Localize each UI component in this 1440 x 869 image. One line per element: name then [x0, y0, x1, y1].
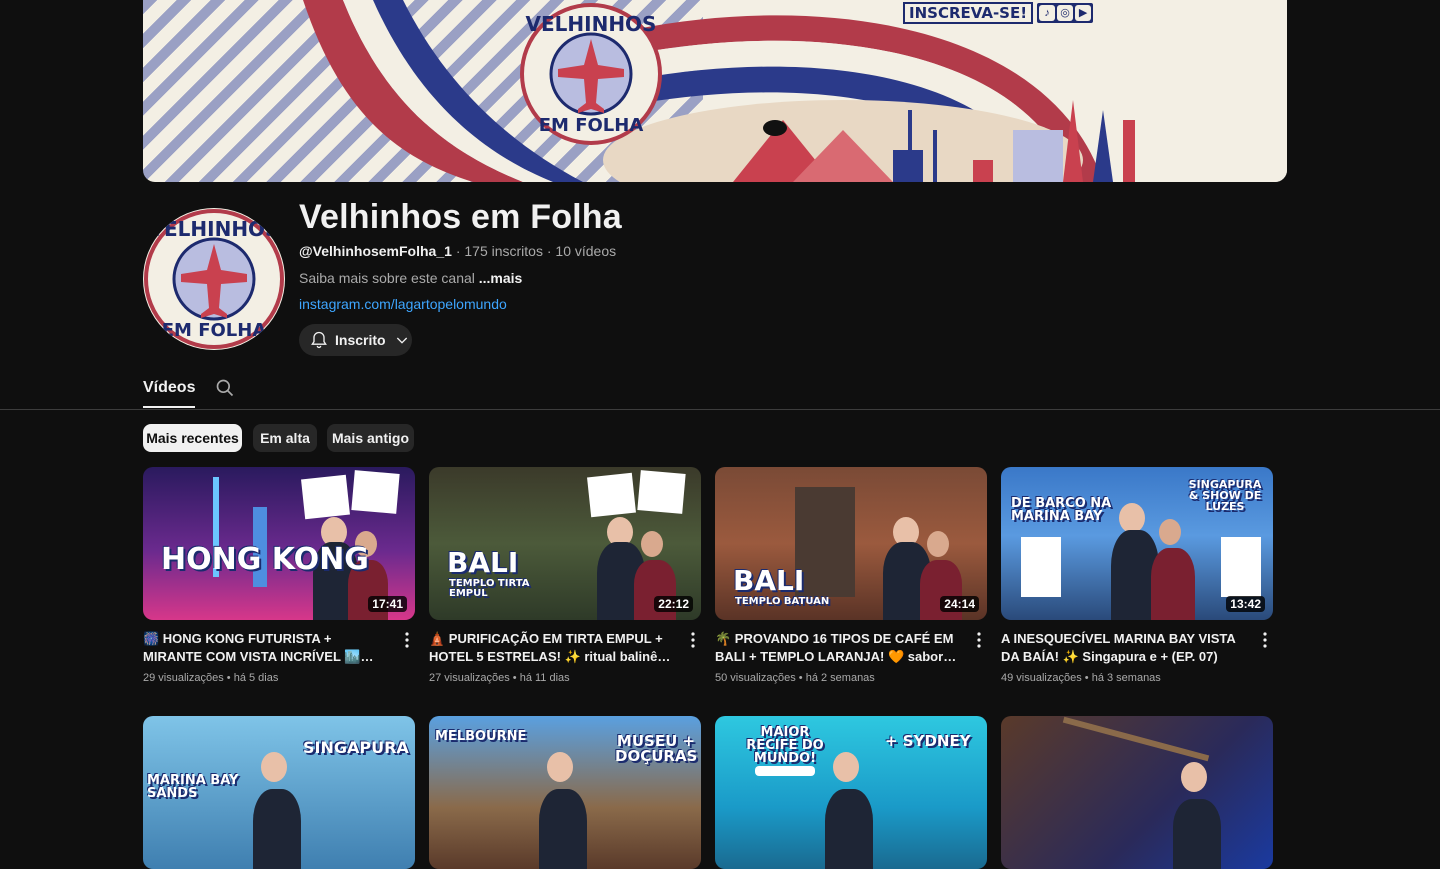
video-duration: 17:41: [368, 596, 407, 612]
video-card[interactable]: BALI TEMPLO BATUAN 24:14 🌴 PROVANDO 16 T…: [715, 467, 987, 684]
subscribed-button[interactable]: Inscrito: [299, 324, 412, 356]
youtube-icon: ▶: [1075, 5, 1092, 21]
channel-logo: VELHINHOS EM FOLHA: [144, 209, 284, 349]
thumbnail-text: HONG KONG: [161, 542, 369, 577]
thumbnail-text: DE BARCO NA MARINA BAY: [1011, 496, 1112, 524]
video-duration: 13:42: [1226, 596, 1265, 612]
subscribed-label: Inscrito: [335, 332, 386, 348]
upload-age: há 2 semanas: [805, 672, 875, 684]
channel-banner: VELHINHOS EM FOLHA INSCREVA-SE! ♪ ◎ ▶: [143, 0, 1287, 182]
channel-tabs: Vídeos: [0, 369, 1440, 410]
channel-external-link[interactable]: instagram.com/lagartopelomundo: [299, 296, 507, 312]
video-stats: 27 visualizações • há 11 dias: [429, 672, 570, 684]
more-options-icon[interactable]: [685, 630, 701, 650]
svg-text:VELHINHOS: VELHINHOS: [149, 217, 280, 241]
thumbnail-subtext: MUSEU + DOÇURAS: [615, 732, 698, 765]
svg-text:EM FOLHA: EM FOLHA: [539, 115, 644, 136]
video-title[interactable]: 🌴 PROVANDO 16 TIPOS DE CAFÉ EM BALI + TE…: [715, 630, 960, 666]
more-options-icon[interactable]: [971, 630, 987, 650]
svg-text:EM FOLHA: EM FOLHA: [162, 320, 267, 341]
chevron-down-icon: [396, 337, 407, 344]
video-stats: 50 visualizações • há 2 semanas: [715, 672, 875, 684]
video-duration: 24:14: [940, 596, 979, 612]
banner-logo: VELHINHOS EM FOLHA: [520, 3, 662, 145]
channel-title: Velhinhos em Folha: [299, 198, 622, 236]
video-card[interactable]: MELBOURNE MUSEU + DOÇURAS: [429, 716, 701, 869]
thumbnail-text: BALI: [733, 564, 805, 597]
video-title[interactable]: A INESQUECÍVEL MARINA BAY VISTA DA BAÍA!…: [1001, 630, 1246, 666]
channel-meta: @VelhinhosemFolha_1 · 175 inscritos · 10…: [299, 243, 616, 259]
video-stats: 29 visualizações • há 5 dias: [143, 672, 279, 684]
instagram-icon: ◎: [1057, 5, 1074, 21]
thumbnail-text: BALI: [447, 546, 519, 579]
subscriber-count: 175 inscritos: [464, 243, 543, 259]
social-icons: ♪ ◎ ▶: [1037, 3, 1094, 23]
video-thumbnail[interactable]: SINGAPURA MARINA BAY SANDS: [143, 716, 415, 869]
upload-age: há 3 semanas: [1091, 672, 1161, 684]
thumbnail-subtext: SINGAPURA & SHOW DE LUZES: [1188, 478, 1262, 513]
video-thumbnail[interactable]: MAIOR RECIFE DO MUNDO! + SYDNEY: [715, 716, 987, 869]
channel-about[interactable]: Saiba mais sobre este canal ...mais: [299, 270, 522, 286]
cta-text: INSCREVA-SE!: [903, 2, 1034, 24]
more-options-icon[interactable]: [399, 630, 415, 650]
video-title[interactable]: 🛕 PURIFICAÇÃO EM TIRTA EMPUL + HOTEL 5 E…: [429, 630, 674, 666]
thumbnail-text: MELBOURNE: [435, 729, 527, 744]
thumbnail-subtext: TEMPLO BATUAN: [735, 596, 830, 607]
view-count: 50 visualizações: [715, 672, 796, 684]
video-thumbnail[interactable]: BALI TEMPLO TIRTA EMPUL 22:12: [429, 467, 701, 620]
video-thumbnail[interactable]: BALI TEMPLO BATUAN 24:14: [715, 467, 987, 620]
video-thumbnail[interactable]: [1001, 716, 1273, 869]
video-thumbnail[interactable]: HONG KONG 17:41: [143, 467, 415, 620]
thumbnail-text: SINGAPURA: [303, 738, 409, 757]
video-card[interactable]: HONG KONG 17:41 🎆 HONG KONG FUTURISTA + …: [143, 467, 415, 684]
about-more-link[interactable]: ...mais: [479, 270, 523, 286]
video-title[interactable]: 🎆 HONG KONG FUTURISTA + MIRANTE COM VIST…: [143, 630, 388, 666]
tiktok-icon: ♪: [1039, 5, 1056, 21]
chip-oldest[interactable]: Mais antigo: [327, 424, 414, 452]
about-text: Saiba mais sobre este canal: [299, 270, 475, 286]
video-card[interactable]: MAIOR RECIFE DO MUNDO! + SYDNEY: [715, 716, 987, 869]
view-count: 29 visualizações: [143, 672, 224, 684]
video-card[interactable]: SINGAPURA MARINA BAY SANDS: [143, 716, 415, 869]
video-thumbnail[interactable]: MELBOURNE MUSEU + DOÇURAS: [429, 716, 701, 869]
more-options-icon[interactable]: [1257, 630, 1273, 650]
thumbnail-subtext: TEMPLO TIRTA EMPUL: [449, 578, 530, 599]
upload-age: há 5 dias: [233, 672, 279, 684]
chip-trending[interactable]: Em alta: [253, 424, 317, 452]
view-count: 27 visualizações: [429, 672, 510, 684]
bell-icon: [311, 331, 327, 349]
subscribe-cta: INSCREVA-SE! ♪ ◎ ▶: [903, 2, 1094, 24]
thumbnail-subtext: MARINA BAY SANDS: [147, 773, 239, 801]
chip-most-recent[interactable]: Mais recentes: [143, 424, 242, 452]
thumbnail-text: MAIOR RECIFE DO MUNDO!: [746, 725, 824, 766]
video-duration: 22:12: [654, 596, 693, 612]
thumbnail-subtext: + SYDNEY: [885, 732, 971, 750]
video-card[interactable]: BALI TEMPLO TIRTA EMPUL 22:12 🛕 PURIFICA…: [429, 467, 701, 684]
channel-handle: @VelhinhosemFolha_1: [299, 243, 452, 259]
video-stats: 49 visualizações • há 3 semanas: [1001, 672, 1161, 684]
tab-videos[interactable]: Vídeos: [143, 379, 196, 408]
svg-text:VELHINHOS: VELHINHOS: [526, 12, 657, 36]
video-count: 10 vídeos: [555, 243, 617, 259]
view-count: 49 visualizações: [1001, 672, 1082, 684]
city-skyline-illustration: [733, 100, 1135, 182]
video-card[interactable]: DE BARCO NA MARINA BAY SINGAPURA & SHOW …: [1001, 467, 1273, 684]
channel-avatar[interactable]: VELHINHOS EM FOLHA: [143, 208, 285, 350]
video-card[interactable]: [1001, 716, 1273, 869]
video-thumbnail[interactable]: DE BARCO NA MARINA BAY SINGAPURA & SHOW …: [1001, 467, 1273, 620]
search-icon[interactable]: [215, 378, 235, 398]
upload-age: há 11 dias: [519, 672, 570, 684]
